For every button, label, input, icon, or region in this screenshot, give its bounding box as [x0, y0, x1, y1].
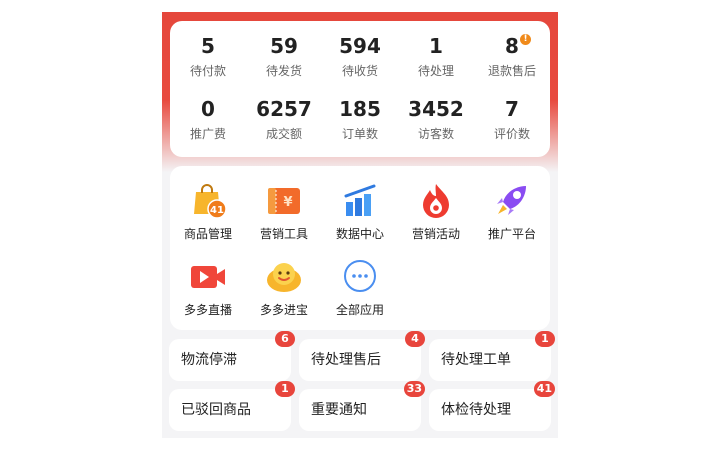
stat-label: 退款售后	[487, 64, 536, 78]
tile-logistics-stalled[interactable]: 物流停滞 6	[169, 331, 295, 381]
tile-pending-tickets[interactable]: 待处理工单 1	[429, 331, 555, 381]
app-label: 营销活动	[411, 227, 460, 241]
app-label: 全部应用	[335, 303, 384, 317]
product-count-badge: 41	[210, 205, 224, 216]
stat-turnover[interactable]: 6257 成交额	[246, 98, 322, 142]
svg-text:¥: ¥	[283, 195, 292, 210]
app-marketing-events[interactable]: 营销活动	[398, 180, 474, 242]
stat-label: 待发货	[265, 64, 302, 78]
stat-pending-shipment[interactable]: 59 待发货	[246, 35, 322, 79]
tile-important-notices[interactable]: 重要通知 33	[299, 381, 425, 431]
stat-pending-receipt[interactable]: 594 待收货	[322, 35, 398, 79]
stat-visitors[interactable]: 3452 访客数	[398, 98, 474, 142]
stat-value: 7	[505, 97, 519, 121]
tile-count-badge: 1	[275, 381, 295, 397]
more-icon	[344, 260, 376, 292]
bar-chart-icon	[344, 184, 376, 216]
stat-value: 594	[339, 34, 381, 58]
mascot-icon	[267, 263, 301, 292]
tile-count-badge: 6	[275, 331, 295, 347]
stat-label: 访客数	[417, 127, 454, 141]
stat-pending-process[interactable]: 1 待处理	[398, 35, 474, 79]
app-all-apps[interactable]: 全部应用	[322, 256, 398, 318]
stat-label: 成交额	[265, 127, 302, 141]
app-label: 商品管理	[183, 227, 232, 241]
stat-orders[interactable]: 185 订单数	[322, 98, 398, 142]
app-label: 多多进宝	[259, 303, 308, 317]
stat-label: 推广费	[189, 127, 226, 141]
app-marketing-tools[interactable]: ¥ 营销工具	[246, 180, 322, 242]
tile-label: 已驳回商品	[181, 402, 251, 418]
apps-card: 41 商品管理 ¥ 营销工具 数据中心 营销活动 推广平台 多多直播 多多进宝 …	[170, 166, 550, 330]
app-label: 数据中心	[335, 227, 384, 241]
tile-count-badge: 33	[403, 381, 425, 397]
app-data-center[interactable]: 数据中心	[322, 180, 398, 242]
stat-label: 评价数	[493, 127, 530, 141]
app-label: 营销工具	[259, 227, 308, 241]
stat-value: 0	[201, 97, 215, 121]
phone-screen: 5 待付款 59 待发货 594 待收货 1 待处理 8 退款售后 ! 0 推广…	[162, 12, 558, 438]
app-duoduo-live[interactable]: 多多直播	[170, 256, 246, 318]
stat-label: 待处理	[417, 64, 454, 78]
stat-value: 59	[270, 34, 298, 58]
stat-value: 1	[429, 34, 443, 58]
app-label: 多多直播	[183, 303, 232, 317]
stat-refund-aftersale[interactable]: 8 退款售后 !	[474, 34, 550, 79]
stat-value: 3452	[408, 97, 464, 121]
stat-reviews[interactable]: 7 评价数	[474, 98, 550, 142]
tile-label: 物流停滞	[181, 352, 237, 368]
flame-icon	[423, 184, 449, 218]
tile-label: 待处理工单	[441, 352, 511, 368]
app-duoduo-jinbao[interactable]: 多多进宝	[246, 256, 322, 318]
tile-count-badge: 4	[405, 331, 425, 347]
app-label: 推广平台	[487, 227, 536, 241]
alert-badge-icon: !	[520, 34, 531, 45]
tile-checkup-pending[interactable]: 体检待处理 41	[429, 381, 555, 431]
video-camera-icon	[191, 266, 225, 288]
tile-label: 重要通知	[311, 402, 367, 418]
tile-count-badge: 1	[535, 331, 555, 347]
app-promotion-platform[interactable]: 推广平台	[474, 180, 550, 242]
stat-label: 订单数	[341, 127, 378, 141]
app-product-management[interactable]: 41 商品管理	[170, 180, 246, 242]
stat-label: 待收货	[341, 64, 378, 78]
stat-value: 6257	[256, 97, 312, 121]
stat-value: 5	[201, 34, 215, 58]
rocket-icon	[497, 186, 526, 215]
tile-count-badge: 41	[533, 381, 555, 397]
stat-value: 8	[505, 34, 519, 58]
tile-label: 待处理售后	[311, 352, 381, 368]
stat-label: 待付款	[189, 64, 226, 78]
shopping-bag-icon: 41	[194, 184, 227, 219]
stat-value: 185	[339, 97, 381, 121]
coupon-icon: ¥	[268, 188, 300, 214]
stat-pending-payment[interactable]: 5 待付款	[170, 35, 246, 79]
tile-label: 体检待处理	[441, 402, 511, 418]
stat-promotion-fee[interactable]: 0 推广费	[170, 98, 246, 142]
stats-card: 5 待付款 59 待发货 594 待收货 1 待处理 8 退款售后 ! 0 推广…	[170, 21, 550, 157]
tile-pending-aftersale[interactable]: 待处理售后 4	[299, 331, 425, 381]
tile-rejected-products[interactable]: 已驳回商品 1	[169, 381, 295, 431]
